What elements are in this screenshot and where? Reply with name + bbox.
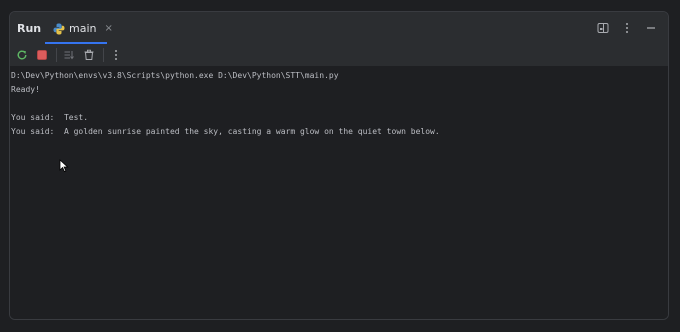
python-icon [53, 22, 65, 35]
clear-icon[interactable] [81, 47, 97, 63]
toolbar-separator [103, 48, 104, 62]
console-output[interactable]: D:\Dev\Python\envs\v3.8\Scripts\python.e… [10, 67, 668, 319]
tab-label: main [69, 21, 97, 35]
scroll-to-end-icon[interactable] [61, 47, 77, 63]
tool-window-title: Run [17, 21, 42, 35]
mouse-cursor-icon [59, 159, 69, 173]
more-vertical-icon[interactable] [620, 21, 634, 35]
console-line-command: D:\Dev\Python\envs\v3.8\Scripts\python.e… [11, 71, 339, 80]
console-line-status: Ready! [11, 85, 40, 94]
close-icon[interactable]: × [104, 23, 112, 34]
header-actions [596, 12, 658, 44]
layout-icon[interactable] [596, 21, 610, 35]
console-line-output: You said: A golden sunrise painted the s… [11, 127, 440, 136]
stop-icon[interactable] [34, 47, 50, 63]
tab-main[interactable]: main × [45, 12, 113, 44]
rerun-icon[interactable] [14, 47, 30, 63]
run-toolbar [10, 44, 668, 67]
toolbar-separator [56, 48, 57, 62]
console-line-output: You said: Test. [11, 113, 89, 122]
run-tool-window: Run main × D:\Dev\Python\envs\v3.8\Scrip… [9, 11, 669, 320]
minimize-icon[interactable] [644, 21, 658, 35]
tool-window-header: Run main × [10, 12, 668, 44]
more-vertical-icon[interactable] [108, 47, 124, 63]
